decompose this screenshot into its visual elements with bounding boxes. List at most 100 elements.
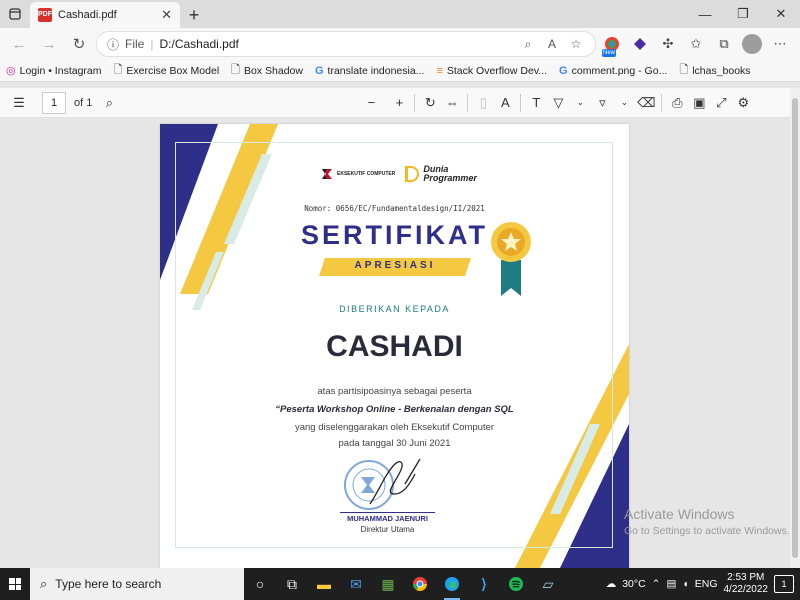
new-badge: New [602, 49, 617, 57]
zoom-in-icon[interactable]: + [388, 92, 410, 114]
address-bar[interactable]: ⓘ File | D:/Cashadi.pdf ⌕ A ☆ [96, 31, 596, 57]
highlight-icon[interactable]: ▿ [591, 92, 613, 114]
highlight-options-chevron-icon[interactable]: ⌄ [613, 92, 635, 114]
avatar [742, 34, 762, 54]
extensions-puzzle-icon[interactable]: ✣ [656, 32, 680, 56]
bookmark-translate[interactable]: G translate indonesia... [315, 65, 424, 77]
minimize-icon[interactable]: — [686, 7, 724, 22]
body-line-4: pada tanggal 30 Juni 2021 [338, 438, 451, 449]
back-button[interactable]: ← [6, 31, 32, 57]
divider [661, 93, 663, 112]
hidden-icons-chevron-icon[interactable]: ⌃ [652, 578, 661, 590]
eksekutif-computer-logo: EKSEKUTIF COMPUTER [320, 167, 395, 181]
body-line-2: “Peserta Workshop Online - Berkenalan de… [275, 404, 514, 415]
store-icon[interactable]: ▦ [372, 568, 404, 600]
taskbar-search[interactable]: ⌕ Type here to search [30, 568, 244, 600]
search-icon: ⌕ [40, 576, 48, 591]
bookmark-label: Exercise Box Model [126, 64, 220, 77]
edge-icon[interactable] [436, 568, 468, 600]
bookmark-stackoverflow[interactable]: ≡ Stack Overflow Dev... [436, 65, 547, 77]
zoom-out-icon[interactable]: − [360, 92, 382, 114]
close-tab-icon[interactable]: ✕ [161, 7, 172, 23]
maximize-icon[interactable]: ❐ [724, 6, 762, 22]
task-view-icon[interactable]: ⧉ [276, 568, 308, 600]
vscode-icon[interactable]: ⟩ [468, 568, 500, 600]
favorites-icon[interactable]: ✩ [684, 32, 708, 56]
page-count: of 1 [74, 96, 93, 109]
tab-bar: PDF Cashadi.pdf ✕ + — ❐ ✕ [0, 0, 800, 28]
start-button[interactable] [0, 568, 30, 600]
mail-icon[interactable]: ✉ [340, 568, 372, 600]
bookmark-comment-png[interactable]: G comment.png - Go... [559, 65, 667, 77]
spotify-icon[interactable] [500, 568, 532, 600]
chrome-icon[interactable] [404, 568, 436, 600]
draw-options-chevron-icon[interactable]: ⌄ [569, 92, 591, 114]
clock[interactable]: 2:53 PM 4/22/2022 [724, 572, 769, 596]
read-aloud-icon[interactable]: A [543, 37, 561, 51]
certificate-page: EKSEKUTIF COMPUTER Dunia Programmer Nomo… [160, 124, 629, 568]
zoom-icon[interactable]: ⌕ [519, 37, 537, 52]
certificate-title: SERTIFIKAT [301, 220, 488, 250]
instagram-icon: ◎ [6, 65, 16, 77]
fit-page-icon[interactable]: ⇔ [441, 92, 463, 114]
page-icon: 🗋 [231, 64, 241, 76]
weather-icon[interactable]: ☁ [606, 578, 617, 590]
system-tray: ☁ 30°C ⌃ ▤ ◖ ENG 2:53 PM 4/22/2022 1 [606, 572, 800, 596]
notifications-button[interactable]: 1 [774, 575, 794, 593]
bookmark-exercise-box-model[interactable]: 🗋 Exercise Box Model [114, 61, 220, 80]
rotate-icon[interactable]: ↻ [419, 92, 441, 114]
app-icon[interactable]: ▱ [532, 568, 564, 600]
more-menu-icon[interactable]: ⋯ [768, 32, 792, 56]
bookmark-label: comment.png - Go... [571, 64, 668, 77]
scrollbar-thumb[interactable] [792, 98, 798, 558]
refresh-button[interactable]: ↻ [66, 31, 92, 57]
draw-icon[interactable]: ▽ [547, 92, 569, 114]
bookmark-instagram[interactable]: ◎ Login • Instagram [6, 64, 102, 78]
network-icon[interactable]: ▤ [666, 578, 676, 590]
logos: EKSEKUTIF COMPUTER Dunia Programmer [320, 160, 480, 188]
page-icon: 🗋 [113, 64, 123, 76]
profile-avatar[interactable] [740, 32, 764, 56]
new-tab-button[interactable]: + [180, 2, 208, 28]
pdf-viewer[interactable]: EKSEKUTIF COMPUTER Dunia Programmer Nomo… [0, 118, 790, 568]
weather-temp[interactable]: 30°C [622, 578, 645, 590]
bookmark-lchas-books[interactable]: 🗋 lchas_books [679, 61, 750, 80]
info-icon[interactable]: ⓘ [107, 36, 119, 53]
extension-diamond-icon[interactable] [628, 32, 652, 56]
logo-right-text: Dunia Programmer [423, 165, 477, 183]
volume-icon[interactable]: ◖ [682, 578, 688, 590]
collections-icon[interactable]: ⧉ [712, 32, 736, 56]
recipient-name: CASHADI [326, 330, 463, 363]
extension-color-icon[interactable]: New [600, 32, 624, 57]
find-icon[interactable]: ⌕ [98, 92, 120, 114]
page-number-input[interactable]: 1 [42, 91, 66, 114]
pdf-file-icon: PDF [38, 8, 52, 22]
bookmark-box-shadow[interactable]: 🗋 Box Shadow [231, 61, 303, 80]
save-icon[interactable]: ▣ [688, 92, 710, 114]
print-icon[interactable]: ⎙ [666, 92, 688, 114]
page-view-icon[interactable]: ▯ [472, 92, 494, 114]
bookmark-label: Stack Overflow Dev... [446, 64, 548, 77]
cortana-icon[interactable]: ○ [244, 568, 276, 600]
settings-gear-icon[interactable]: ⚙ [732, 92, 754, 114]
tab-actions-button[interactable] [0, 0, 30, 28]
divider [520, 93, 522, 112]
bookmark-label: lchas_books [692, 64, 751, 77]
fullscreen-icon[interactable]: ⤢ [710, 92, 732, 114]
close-window-icon[interactable]: ✕ [762, 6, 800, 22]
page-icon: 🗋 [679, 64, 689, 76]
language-indicator[interactable]: ENG [695, 578, 718, 590]
forward-button[interactable]: → [36, 31, 62, 57]
read-aloud-icon[interactable]: A [494, 92, 516, 114]
add-text-icon[interactable]: T [525, 92, 547, 114]
tab-cashadi-pdf[interactable]: PDF Cashadi.pdf ✕ [30, 2, 180, 28]
table-of-contents-icon[interactable]: ☰ [8, 92, 30, 114]
favorite-star-icon[interactable]: ☆ [567, 37, 585, 51]
vertical-scrollbar[interactable] [790, 88, 800, 568]
erase-icon[interactable]: ⌫ [635, 92, 657, 114]
file-explorer-icon[interactable]: ▬ [308, 568, 340, 600]
url-text[interactable]: D:/Cashadi.pdf [159, 37, 513, 51]
bookmarks-bar: ◎ Login • Instagram 🗋 Exercise Box Model… [0, 60, 800, 82]
signer-name: MUHAMMAD JAENURI [340, 512, 435, 523]
tab-actions-icon [9, 8, 21, 20]
